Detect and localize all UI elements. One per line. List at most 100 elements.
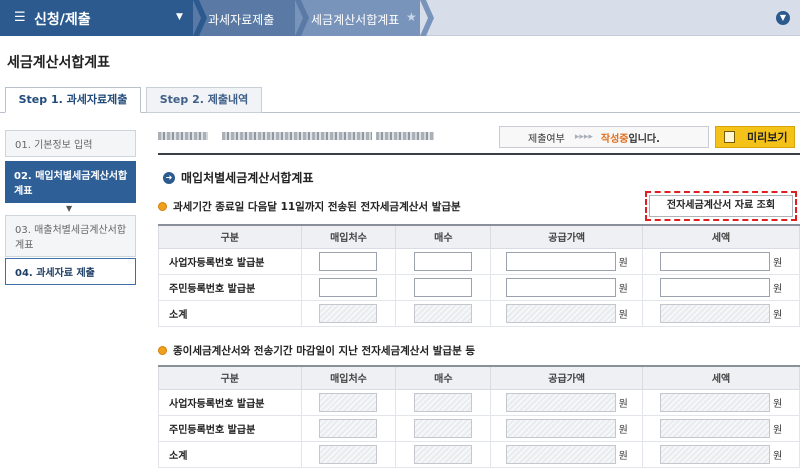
- supplier-count-total: [319, 444, 378, 464]
- tax-amount-total: [659, 444, 770, 464]
- unit: 원: [618, 283, 628, 295]
- step-purchase-summary[interactable]: 02. 매입처별세금계산서합계표: [5, 161, 136, 203]
- unit: 원: [618, 257, 628, 269]
- step-basic-info[interactable]: 01. 기본정보 입력: [5, 130, 136, 157]
- unit: 원: [772, 257, 783, 269]
- unit: 원: [772, 283, 783, 295]
- caret-down-icon: ▼: [66, 204, 73, 213]
- row-label: 주민등록번호 발급분: [158, 414, 302, 442]
- sheet-count-total: [414, 303, 473, 323]
- supplier-count-total: [319, 303, 378, 323]
- sheet-count-total: [414, 444, 473, 464]
- col-header: 세액: [642, 365, 800, 390]
- supply-amount-input[interactable]: [505, 251, 616, 271]
- sheet-count-input[interactable]: [414, 251, 473, 271]
- col-header: 매입처수: [300, 224, 397, 249]
- unit: 원: [772, 450, 783, 462]
- row-label: 사업자등록번호 발급분: [158, 247, 302, 275]
- row-label: 소계: [158, 299, 302, 327]
- breadcrumb-separator: [193, 0, 207, 36]
- arrows-icon: ▸▸▸▸: [574, 132, 593, 142]
- table-row: 주민등록번호 발급분 원 원: [158, 273, 800, 301]
- unit: 원: [618, 450, 628, 462]
- e-invoice-lookup-button[interactable]: 전자세금계산서 자료 조회: [645, 191, 797, 221]
- unit: 원: [772, 424, 783, 436]
- breadcrumb-item[interactable]: 세금계산서합계표: [311, 11, 399, 28]
- col-header: 공급가액: [490, 365, 644, 390]
- step-sales-summary[interactable]: 03. 매출처별세금계산서합계표: [5, 215, 136, 257]
- sheet-count-input[interactable]: [414, 277, 473, 297]
- tax-amount-input: [659, 392, 770, 412]
- table-row: 사업자등록번호 발급분 원 원: [158, 247, 800, 275]
- redacted-info: [376, 132, 434, 140]
- unit: 원: [618, 309, 628, 321]
- supply-amount-input: [505, 418, 616, 438]
- unit: 원: [772, 398, 783, 410]
- subsection-title: 과세기간 종료일 다음달 11일까지 전송된 전자세금계산서 발급분: [158, 199, 461, 214]
- unit: 원: [618, 398, 628, 410]
- lookup-label: 전자세금계산서 자료 조회: [649, 195, 793, 217]
- subsection-title-text: 종이세금계산서와 전송기간 마감일이 지난 전자세금계산서 발급분 등: [173, 345, 476, 357]
- sheet-count-input: [414, 392, 473, 412]
- row-label: 사업자등록번호 발급분: [158, 388, 302, 416]
- preview-label: 미리보기: [747, 131, 788, 144]
- status-suffix: 입니다.: [628, 133, 660, 145]
- supply-amount-input: [505, 392, 616, 412]
- subsection-title: 종이세금계산서와 전송기간 마감일이 지난 전자세금계산서 발급분 등: [158, 343, 475, 358]
- status-value: 작성중: [600, 133, 629, 145]
- supply-amount-total: [505, 303, 616, 323]
- breadcrumb-separator: [420, 0, 434, 36]
- star-icon[interactable]: ★: [406, 10, 417, 24]
- tax-amount-input[interactable]: [659, 277, 770, 297]
- chevron-down-icon[interactable]: ▼: [776, 11, 790, 25]
- supplier-count-input[interactable]: [319, 277, 378, 297]
- col-header: 매수: [395, 365, 492, 390]
- document-icon: [724, 131, 735, 143]
- unit: 원: [772, 309, 783, 321]
- table-row: 사업자등록번호 발급분 원 원: [158, 388, 800, 416]
- summary-table-paper: 구분 매입처수 매수 공급가액 세액 사업자등록번호 발급분 원 원 주민등록번…: [158, 365, 800, 468]
- row-label: 소계: [158, 440, 302, 468]
- sheet-count-input: [414, 418, 473, 438]
- col-header: 공급가액: [490, 224, 644, 249]
- col-header: 세액: [642, 224, 800, 249]
- page-title: 세금계산서합계표: [7, 55, 111, 71]
- redacted-info: [158, 132, 208, 140]
- breadcrumb-separator: [295, 0, 309, 36]
- tax-amount-input[interactable]: [659, 251, 770, 271]
- step-submit[interactable]: 04. 과세자료 제출: [5, 258, 136, 285]
- supplier-count-input[interactable]: [319, 251, 378, 271]
- menu-title: 신청/제출: [34, 12, 91, 28]
- col-header: 매수: [395, 224, 492, 249]
- tab-step2[interactable]: Step 2. 제출내역: [146, 87, 262, 113]
- section-title: ➜ 매입처별세금계산서합계표: [163, 169, 313, 186]
- supply-amount-input[interactable]: [505, 277, 616, 297]
- submission-status: 제출여부 ▸▸▸▸ 작성중 입니다.: [499, 126, 709, 148]
- status-label: 제출여부: [528, 133, 565, 145]
- table-row: 소계 원 원: [158, 299, 800, 327]
- supplier-count-input: [319, 392, 378, 412]
- redacted-info: [222, 132, 372, 140]
- tax-amount-total: [659, 303, 770, 323]
- arrow-right-icon: ➜: [163, 171, 175, 184]
- supplier-count-input: [319, 418, 378, 438]
- col-header: 구분: [158, 224, 302, 249]
- menu-dropdown[interactable]: ☰ 신청/제출 ▼: [0, 0, 193, 36]
- top-navigation-bar: ☰ 신청/제출 ▼ 과세자료제출 세금계산서합계표 ★ ▼: [0, 0, 800, 36]
- tab-step1[interactable]: Step 1. 과세자료제출: [5, 87, 141, 113]
- unit: 원: [618, 424, 628, 436]
- bullet-icon: [158, 346, 167, 355]
- col-header: 매입처수: [300, 365, 397, 390]
- row-label: 주민등록번호 발급분: [158, 273, 302, 301]
- divider: [158, 153, 800, 155]
- caret-down-icon: ▼: [176, 12, 183, 22]
- preview-button[interactable]: 미리보기: [715, 126, 795, 148]
- subsection-title-text: 과세기간 종료일 다음달 11일까지 전송된 전자세금계산서 발급분: [173, 201, 461, 213]
- breadcrumb-item[interactable]: 과세자료제출: [208, 11, 274, 28]
- bullet-icon: [158, 202, 167, 211]
- tax-amount-input: [659, 418, 770, 438]
- table-row: 소계 원 원: [158, 440, 800, 468]
- supply-amount-total: [505, 444, 616, 464]
- section-title-text: 매입처별세금계산서합계표: [181, 171, 314, 185]
- summary-table-electronic: 구분 매입처수 매수 공급가액 세액 사업자등록번호 발급분 원 원 주민등록번…: [158, 224, 800, 327]
